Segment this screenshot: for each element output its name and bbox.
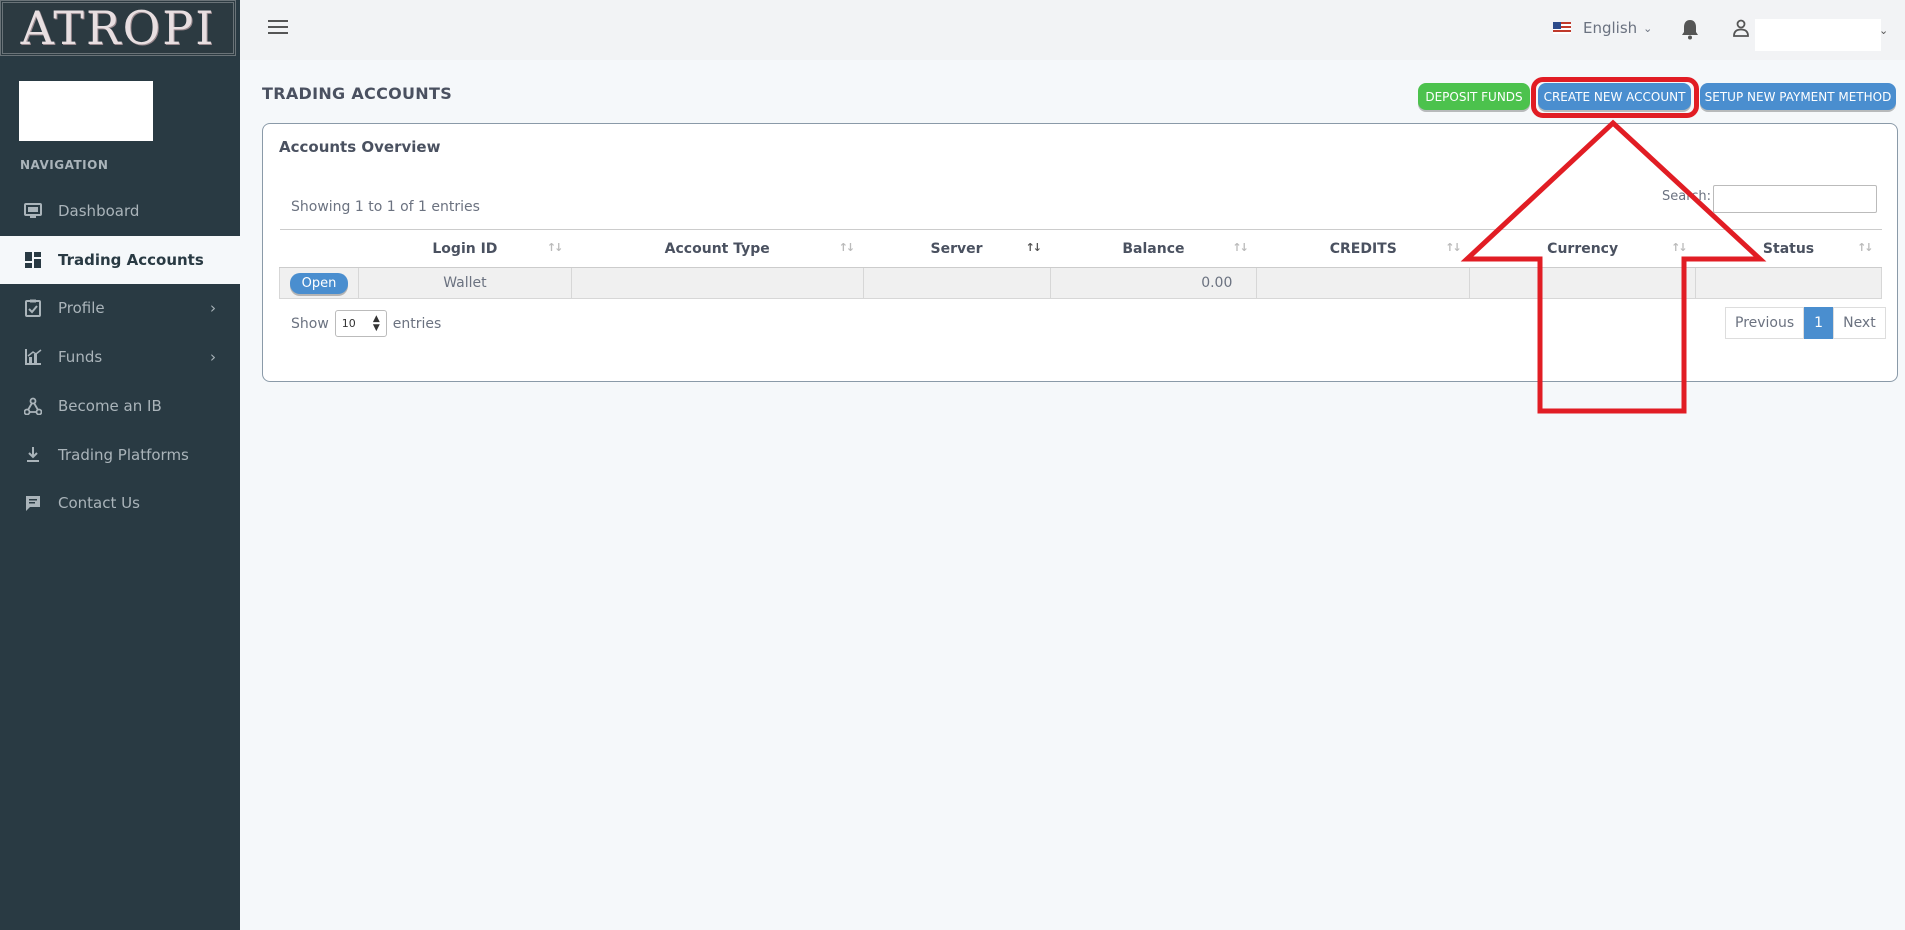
server-cell bbox=[862, 267, 1051, 299]
chevron-down-icon[interactable]: ⌄ bbox=[1879, 24, 1888, 37]
deposit-funds-button[interactable]: DEPOSIT FUNDS bbox=[1418, 83, 1530, 110]
column-header-status[interactable]: Status ↑↓ bbox=[1695, 229, 1882, 268]
row-action-cell: Open bbox=[279, 267, 359, 299]
search-input[interactable] bbox=[1713, 185, 1877, 213]
clipboard-icon bbox=[24, 299, 42, 317]
sort-icon: ↑↓ bbox=[1232, 241, 1249, 254]
login-id-cell: Wallet bbox=[357, 267, 572, 299]
column-header-balance[interactable]: Balance ↑↓ bbox=[1050, 229, 1257, 268]
bell-icon[interactable] bbox=[1680, 18, 1700, 40]
sidebar-item-label: Become an IB bbox=[58, 397, 162, 415]
topbar bbox=[240, 0, 1905, 60]
column-header-label: Balance bbox=[1122, 240, 1185, 257]
sidebar: ATROPI NAVIGATION Dashboard Trading Acco… bbox=[0, 0, 240, 930]
column-header-action bbox=[279, 229, 359, 268]
sidebar-item-funds[interactable]: Funds › bbox=[0, 333, 240, 381]
sidebar-item-label: Trading Platforms bbox=[58, 446, 189, 464]
column-header-login-id[interactable]: Login ID ↑↓ bbox=[358, 229, 572, 268]
page-title: TRADING ACCOUNTS bbox=[262, 84, 453, 103]
sidebar-item-label: Trading Accounts bbox=[58, 251, 204, 269]
sidebar-item-trading-accounts[interactable]: Trading Accounts bbox=[0, 236, 240, 284]
select-arrows-icon: ▲ ▼ bbox=[372, 313, 380, 333]
language-label: English bbox=[1583, 19, 1638, 37]
sidebar-user-image bbox=[19, 81, 153, 141]
accounts-overview-card: Accounts Overview Showing 1 to 1 of 1 en… bbox=[262, 123, 1898, 382]
user-name-box[interactable] bbox=[1755, 19, 1881, 51]
nav-heading: NAVIGATION bbox=[20, 158, 109, 172]
card-title: Accounts Overview bbox=[279, 138, 441, 156]
sort-icon: ↑↓ bbox=[1857, 241, 1874, 254]
language-selector[interactable]: English ⌄ bbox=[1553, 19, 1652, 37]
status-cell bbox=[1695, 267, 1882, 299]
sidebar-item-trading-platforms[interactable]: Trading Platforms bbox=[0, 431, 240, 479]
page-length-control: Show 10 ▲ ▼ entries bbox=[291, 310, 441, 337]
grid-icon bbox=[24, 251, 42, 269]
table-header-row: Login ID ↑↓ Account Type ↑↓ Server ↑↓ Balan… bbox=[279, 229, 1882, 268]
accounts-table: Login ID ↑↓ Account Type ↑↓ Server ↑↓ Balan… bbox=[279, 229, 1882, 299]
sidebar-item-dashboard[interactable]: Dashboard bbox=[0, 187, 240, 235]
sort-icon: ↑↓ bbox=[1445, 241, 1462, 254]
chevron-down-icon: ⌄ bbox=[1643, 21, 1653, 35]
entries-select[interactable]: 10 ▲ ▼ bbox=[334, 310, 387, 337]
menu-icon[interactable] bbox=[268, 20, 288, 36]
currency-cell bbox=[1469, 267, 1697, 299]
column-header-account-type[interactable]: Account Type ↑↓ bbox=[571, 229, 864, 268]
column-header-credits[interactable]: CREDITS ↑↓ bbox=[1256, 229, 1470, 268]
account-type-cell bbox=[570, 267, 864, 299]
show-label: Show bbox=[291, 315, 329, 332]
brand-logo[interactable]: ATROPI bbox=[0, 0, 236, 56]
user-icon[interactable] bbox=[1732, 19, 1750, 37]
sidebar-item-contact-us[interactable]: Contact Us bbox=[0, 479, 240, 527]
column-header-currency[interactable]: Currency ↑↓ bbox=[1469, 229, 1696, 268]
page-1-button[interactable]: 1 bbox=[1804, 307, 1834, 339]
sidebar-item-become-ib[interactable]: Become an IB bbox=[0, 382, 240, 430]
column-header-label: Server bbox=[930, 240, 983, 257]
sidebar-item-label: Funds bbox=[58, 348, 103, 366]
chevron-right-icon: › bbox=[210, 348, 216, 366]
table-row: Open Wallet 0.00 bbox=[279, 267, 1882, 299]
entries-value: 10 bbox=[341, 317, 356, 330]
sidebar-item-label: Contact Us bbox=[58, 494, 140, 512]
column-header-label: Currency bbox=[1547, 240, 1619, 257]
sort-icon: ↑↓ bbox=[1671, 241, 1688, 254]
pagination: Previous 1 Next bbox=[1725, 307, 1886, 339]
credits-cell bbox=[1256, 267, 1471, 299]
balance-cell: 0.00 bbox=[1049, 267, 1258, 299]
column-header-label: Account Type bbox=[664, 240, 770, 257]
previous-page-button[interactable]: Previous bbox=[1725, 307, 1805, 339]
search-label: Search: bbox=[1662, 189, 1712, 204]
column-header-label: CREDITS bbox=[1329, 240, 1397, 257]
sidebar-item-profile[interactable]: Profile › bbox=[0, 284, 240, 332]
column-header-label: Login ID bbox=[432, 240, 498, 257]
annotation-highlight-ring bbox=[1531, 77, 1699, 118]
logo-text: ATROPI bbox=[20, 1, 216, 55]
entries-info: Showing 1 to 1 of 1 entries bbox=[291, 199, 480, 215]
sort-icon: ↑↓ bbox=[546, 241, 564, 254]
sort-icon: ↑↓ bbox=[838, 241, 856, 254]
sidebar-item-label: Dashboard bbox=[58, 202, 140, 220]
column-header-server[interactable]: Server ↑↓ bbox=[863, 229, 1050, 268]
chevron-right-icon: › bbox=[210, 299, 216, 317]
download-icon bbox=[24, 446, 42, 464]
entries-label: entries bbox=[392, 315, 442, 332]
setup-payment-method-button[interactable]: SETUP NEW PAYMENT METHOD bbox=[1700, 83, 1896, 110]
chart-icon bbox=[24, 348, 42, 366]
sort-asc-icon: ↑↓ bbox=[1025, 241, 1043, 254]
chat-icon bbox=[24, 494, 42, 512]
flag-icon bbox=[1553, 22, 1571, 34]
sidebar-item-label: Profile bbox=[58, 299, 105, 317]
open-account-button[interactable]: Open bbox=[289, 272, 349, 294]
monitor-icon bbox=[24, 202, 42, 220]
column-header-label: Status bbox=[1762, 240, 1815, 257]
network-icon bbox=[23, 397, 43, 416]
next-page-button[interactable]: Next bbox=[1833, 307, 1886, 339]
